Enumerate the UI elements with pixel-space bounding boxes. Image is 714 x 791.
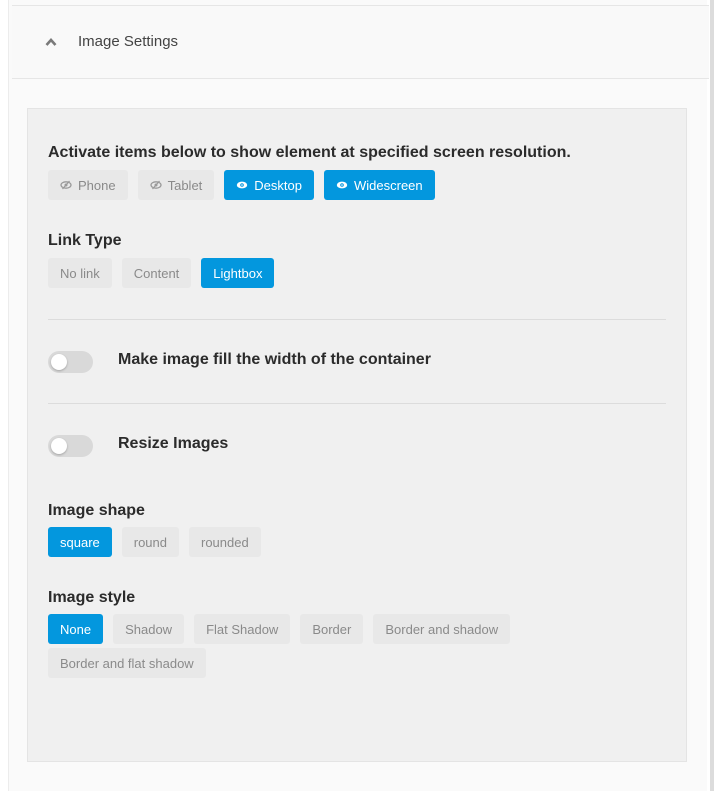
toggle-knob — [51, 438, 67, 454]
visibility-widescreen-label: Widescreen — [354, 177, 423, 193]
visibility-desktop-button[interactable]: Desktop — [224, 170, 314, 200]
toggle-knob — [51, 354, 67, 370]
style-shadow-button[interactable]: Shadow — [113, 614, 185, 644]
resize-images-toggle[interactable] — [48, 435, 93, 457]
visibility-phone-label: Phone — [78, 177, 116, 193]
shape-round-button[interactable]: round — [121, 527, 179, 557]
visibility-tablet-button[interactable]: Tablet — [137, 170, 215, 200]
image-shape-options: square round rounded — [48, 527, 261, 557]
divider — [48, 319, 666, 320]
visibility-desktop-label: Desktop — [254, 177, 302, 193]
settings-container: Image Settings Activate items below to s… — [8, 0, 709, 791]
link-type-lightbox-button[interactable]: Lightbox — [201, 258, 275, 288]
link-type-content-button[interactable]: Content — [121, 258, 192, 288]
eye-slash-icon — [60, 180, 72, 190]
eye-slash-icon — [149, 180, 162, 190]
fill-width-toggle[interactable] — [48, 351, 93, 373]
visibility-label: Activate items below to show element at … — [48, 144, 571, 161]
visibility-widescreen-button[interactable]: Widescreen — [324, 170, 435, 200]
image-settings-header[interactable]: Image Settings — [12, 5, 709, 79]
style-border-and-flat-shadow-button[interactable]: Border and flat shadow — [48, 648, 206, 678]
chevron-up-icon[interactable] — [45, 37, 57, 47]
style-border-button[interactable]: Border — [300, 614, 364, 644]
image-style-label: Image style — [48, 589, 136, 606]
image-shape-label: Image shape — [48, 502, 145, 519]
visibility-phone-button[interactable]: Phone — [48, 170, 128, 200]
resize-images-label: Resize Images — [118, 435, 229, 452]
visibility-tablet-label: Tablet — [167, 177, 203, 193]
link-type-no-link-button[interactable]: No link — [48, 258, 112, 288]
shape-rounded-button[interactable]: rounded — [189, 527, 261, 557]
link-type-options: No link Content Lightbox — [48, 258, 275, 288]
visibility-options: Phone Tablet Desktop Widescreen — [48, 170, 435, 200]
style-flat-shadow-button[interactable]: Flat Shadow — [194, 614, 291, 644]
divider — [48, 403, 666, 404]
settings-content: Activate items below to show element at … — [27, 108, 687, 762]
eye-icon — [237, 181, 248, 189]
style-none-button[interactable]: None — [48, 614, 104, 644]
style-border-and-shadow-button[interactable]: Border and shadow — [373, 614, 511, 644]
fill-width-label: Make image fill the width of the contain… — [118, 351, 431, 368]
panel-title: Image Settings — [78, 33, 179, 50]
link-type-label: Link Type — [48, 232, 122, 249]
eye-icon — [336, 181, 348, 189]
scrollbar[interactable] — [710, 0, 714, 791]
image-style-options: None Shadow Flat Shadow Border Border an… — [48, 614, 548, 678]
shape-square-button[interactable]: square — [48, 527, 112, 557]
